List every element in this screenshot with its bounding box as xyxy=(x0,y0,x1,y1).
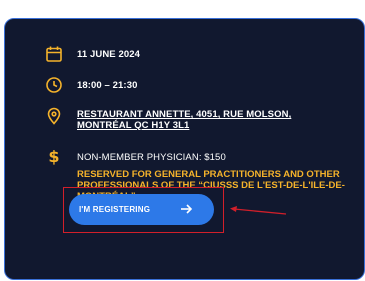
annotation-arrow-icon xyxy=(230,206,287,215)
event-date: 11 JUNE 2024 xyxy=(77,49,140,60)
clock-icon xyxy=(45,76,63,94)
price-label: NON-MEMBER PHYSICIAN: $150 xyxy=(77,152,226,163)
event-time: 18:00 – 21:30 xyxy=(77,80,138,91)
event-location-link[interactable]: RESTAURANT ANNETTE, 4051, RUE MOLSON, MO… xyxy=(77,109,346,131)
event-details-card: 11 JUNE 2024 18:00 – 21:30 RESTAURANT AN… xyxy=(4,18,365,280)
map-pin-icon xyxy=(45,107,63,125)
annotation-highlight-box xyxy=(63,187,224,233)
calendar-icon xyxy=(45,45,63,63)
dollar-icon: $ xyxy=(45,148,63,166)
dollar-symbol: $ xyxy=(48,147,60,166)
